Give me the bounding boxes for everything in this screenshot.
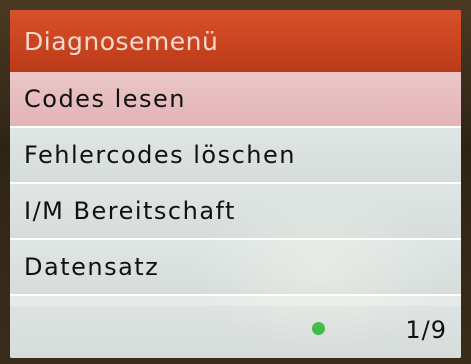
menu-title: Diagnosemenü: [24, 26, 219, 56]
menu-item-label: I/M Bereitschaft: [24, 197, 236, 225]
menu-item-datensatz[interactable]: Datensatz: [10, 240, 461, 296]
menu-item-label: Codes lesen: [24, 85, 186, 113]
menu-item-label: Fehlercodes löschen: [24, 141, 296, 169]
menu-header: Diagnosemenü: [10, 10, 461, 72]
status-dot-icon: [312, 322, 325, 335]
menu-item-codes-lesen[interactable]: Codes lesen: [10, 72, 461, 128]
page-indicator: 1/9: [405, 316, 447, 344]
menu-item-fehlercodes-loeschen[interactable]: Fehlercodes löschen: [10, 128, 461, 184]
device-screen: Diagnosemenü Codes lesen Fehlercodes lös…: [10, 10, 461, 358]
menu-item-im-bereitschaft[interactable]: I/M Bereitschaft: [10, 184, 461, 240]
menu-item-label: Datensatz: [24, 253, 160, 281]
menu-list: Codes lesen Fehlercodes löschen I/M Bere…: [10, 72, 461, 296]
status-bar: 1/9: [10, 306, 461, 358]
